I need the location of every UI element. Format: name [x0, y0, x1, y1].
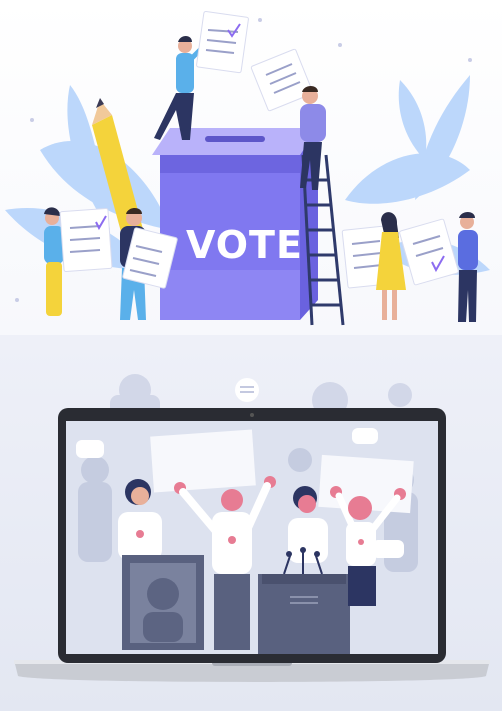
- illustration-svg: [5, 10, 490, 682]
- ballot-box-label: VOTE: [186, 223, 303, 267]
- person-right-woman: [341, 212, 406, 320]
- person-left-woman: [44, 207, 113, 316]
- election-illustration: VOTE: [0, 0, 502, 711]
- speech-bubble-top: [235, 378, 259, 402]
- webcam: [250, 413, 254, 417]
- person-right-man: [399, 212, 478, 322]
- person-top-voter: [154, 10, 249, 140]
- laptop-base: [14, 660, 490, 682]
